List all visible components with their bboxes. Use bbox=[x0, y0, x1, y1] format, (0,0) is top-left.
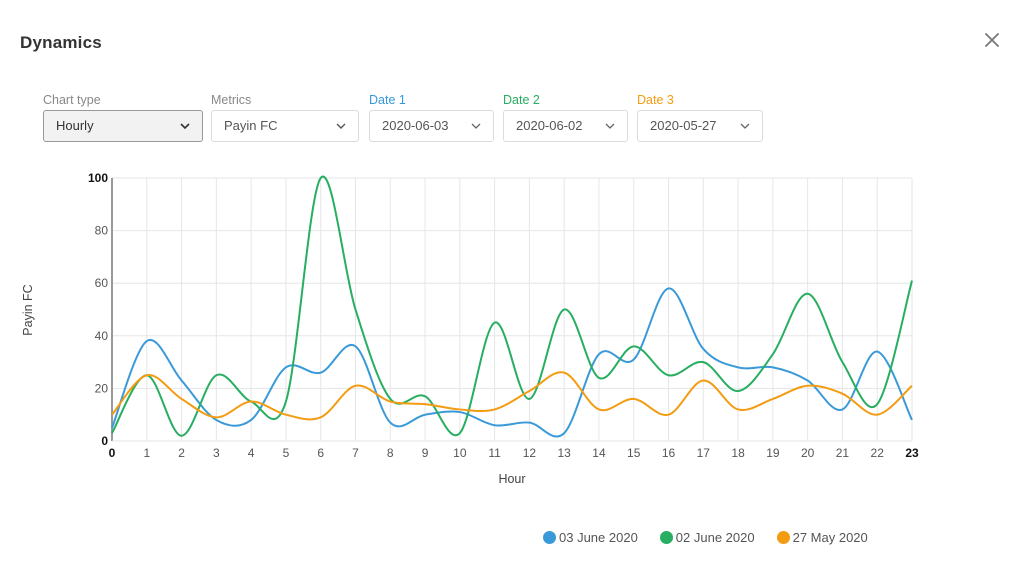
line-chart: 0204060801000 1 2 3 4 5 6 7 8 9 10 11 12 13 14 15 16 17 18… bbox=[21, 171, 919, 486]
legend-dot-icon bbox=[543, 531, 556, 544]
x-tick-label: 22 bbox=[871, 446, 885, 460]
date2-label: Date 2 bbox=[503, 93, 540, 107]
x-tick-label: 9 bbox=[422, 446, 429, 460]
metrics-value: Payin FC bbox=[224, 118, 278, 133]
x-tick-label: 18 bbox=[731, 446, 745, 460]
date3-field: Date 3 2020-05-27 bbox=[637, 92, 763, 142]
x-tick-label: 1 bbox=[143, 446, 150, 460]
legend-label: 03 June 2020 bbox=[559, 530, 638, 545]
y-tick-label: 100 bbox=[88, 171, 108, 185]
chevron-down-icon bbox=[180, 123, 190, 130]
y-tick-label: 60 bbox=[95, 276, 109, 290]
x-tick-label: 13 bbox=[557, 446, 571, 460]
x-tick-label: 3 bbox=[213, 446, 220, 460]
legend-label: 02 June 2020 bbox=[675, 530, 755, 545]
chart-type-field: Chart type Hourly bbox=[43, 92, 203, 142]
close-button[interactable] bbox=[982, 30, 1002, 50]
date1-select[interactable]: 2020-06-03 bbox=[369, 110, 494, 142]
chevron-down-icon bbox=[471, 123, 481, 129]
date2-select[interactable]: 2020-06-02 bbox=[503, 110, 628, 142]
x-tick-label: 4 bbox=[248, 446, 255, 460]
y-tick-label: 0 bbox=[101, 434, 108, 448]
date2-field: Date 2 2020-06-02 bbox=[503, 92, 628, 142]
chart-type-label: Chart type bbox=[43, 93, 101, 107]
metrics-label: Metrics bbox=[211, 93, 252, 107]
y-axis-label: Payin FC bbox=[21, 284, 35, 335]
x-tick-label: 2 bbox=[178, 446, 185, 460]
x-tick-label: 16 bbox=[662, 446, 676, 460]
x-tick-label: 23 bbox=[905, 446, 919, 460]
x-tick-label: 10 bbox=[453, 446, 467, 460]
x-tick-label: 7 bbox=[352, 446, 359, 460]
y-tick-label: 20 bbox=[95, 381, 109, 395]
date1-field: Date 1 2020-06-03 bbox=[369, 92, 494, 142]
chart-type-value: Hourly bbox=[56, 118, 94, 133]
legend-dot-icon bbox=[776, 531, 790, 544]
x-tick-label: 12 bbox=[523, 446, 537, 460]
chart-series bbox=[111, 175, 913, 438]
x-tick-label: 20 bbox=[801, 446, 815, 460]
chart-type-select[interactable]: Hourly bbox=[43, 110, 203, 142]
legend-item[interactable]: 02 June 2020 bbox=[659, 530, 755, 545]
x-tick-label: 6 bbox=[317, 446, 324, 460]
date3-value: 2020-05-27 bbox=[650, 118, 717, 133]
legend-label: 27 May 2020 bbox=[792, 530, 868, 545]
x-tick-label: 5 bbox=[283, 446, 290, 460]
x-axis-label: Hour bbox=[498, 472, 525, 486]
legend-dot-icon bbox=[659, 531, 673, 544]
date2-value: 2020-06-02 bbox=[516, 118, 583, 133]
x-tick-label: 0 bbox=[109, 446, 116, 460]
legend-item[interactable]: 27 May 2020 bbox=[776, 530, 868, 545]
y-tick-label: 80 bbox=[95, 224, 109, 238]
chevron-down-icon bbox=[336, 123, 346, 129]
chart-legend: 03 June 2020 02 June 2020 27 May 2020 bbox=[543, 530, 890, 545]
metrics-select[interactable]: Payin FC bbox=[211, 110, 359, 142]
x-tick-label: 15 bbox=[627, 446, 641, 460]
x-tick-label: 8 bbox=[387, 446, 394, 460]
close-icon bbox=[985, 33, 999, 47]
series-line-27-may-2020 bbox=[111, 371, 913, 421]
x-tick-label: 17 bbox=[697, 446, 711, 460]
x-tick-label: 21 bbox=[836, 446, 850, 460]
dialog-title: Dynamics bbox=[20, 33, 102, 52]
date3-label: Date 3 bbox=[637, 93, 674, 107]
chevron-down-icon bbox=[605, 123, 615, 129]
metrics-field: Metrics Payin FC bbox=[211, 92, 359, 142]
y-tick-label: 40 bbox=[95, 329, 109, 343]
date3-select[interactable]: 2020-05-27 bbox=[637, 110, 763, 142]
x-tick-label: 19 bbox=[766, 446, 780, 460]
date1-label: Date 1 bbox=[369, 93, 406, 107]
chevron-down-icon bbox=[740, 123, 750, 129]
date1-value: 2020-06-03 bbox=[382, 118, 449, 133]
x-tick-label: 11 bbox=[488, 446, 501, 460]
series-line-02-june-2020 bbox=[111, 175, 913, 437]
legend-item[interactable]: 03 June 2020 bbox=[543, 530, 638, 545]
x-tick-label: 14 bbox=[592, 446, 606, 460]
